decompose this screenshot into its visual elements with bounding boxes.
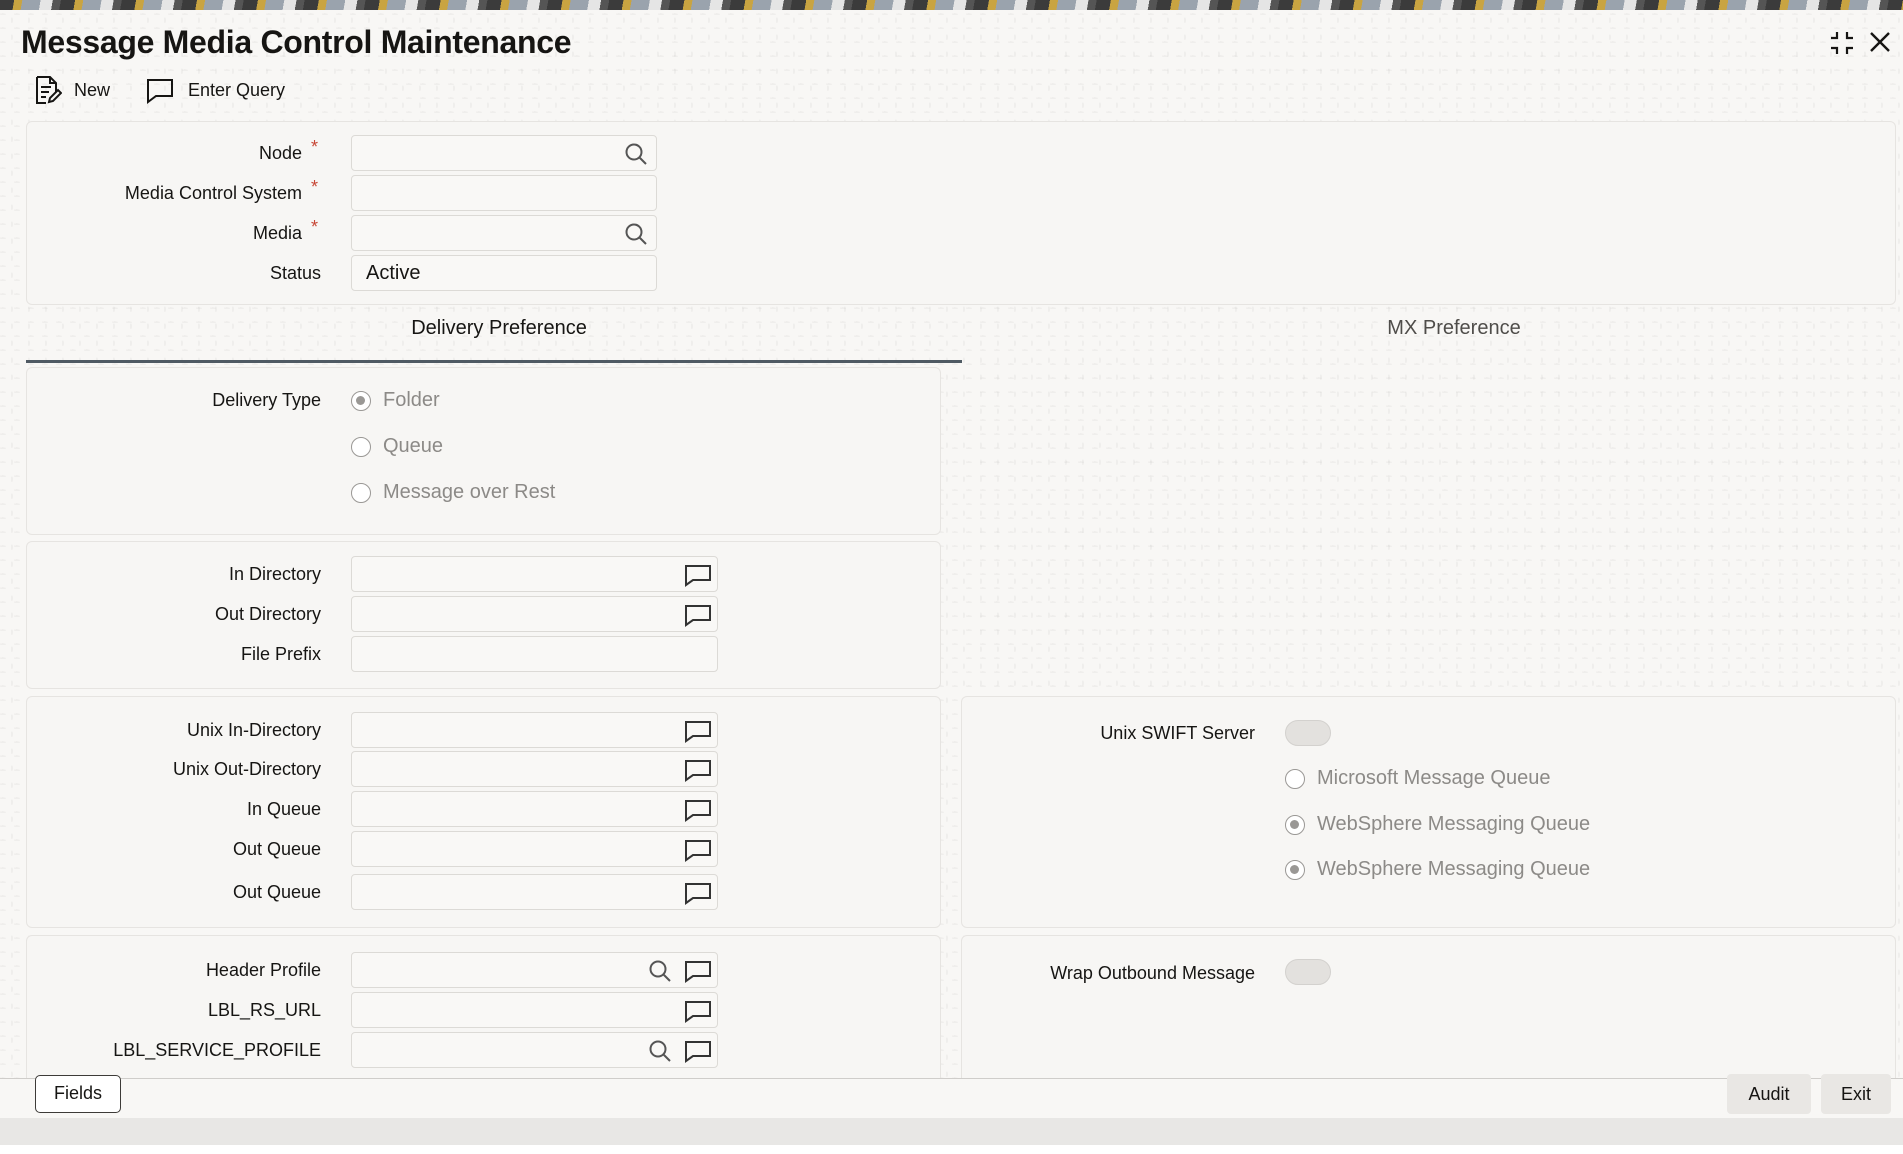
- chat-icon[interactable]: [684, 999, 712, 1034]
- header-profile-label: Header Profile: [205, 960, 321, 980]
- minimize-icon[interactable]: [1827, 28, 1857, 63]
- radio-microsoft-message-queue[interactable]: Microsoft Message Queue: [1285, 767, 1550, 790]
- delivery-type-panel: [26, 367, 941, 535]
- tab-delivery-preference[interactable]: Delivery Preference: [26, 317, 972, 340]
- required-marker: *: [311, 137, 319, 157]
- radio-websphere-messaging-queue[interactable]: WebSphere Messaging Queue: [1285, 813, 1590, 836]
- radio-label: Microsoft Message Queue: [1317, 767, 1551, 789]
- unix-in-directory-label: Unix In-Directory: [186, 720, 321, 740]
- tab-mx-preference[interactable]: MX Preference: [962, 317, 1903, 340]
- chat-icon: [144, 74, 176, 106]
- radio-button[interactable]: [1285, 768, 1305, 789]
- chat-icon[interactable]: [684, 838, 712, 873]
- node-label: Node: [258, 143, 302, 163]
- decorative-banner: [0, 0, 1903, 10]
- main-window: Message Media Control Maintenance New En…: [0, 10, 1903, 1126]
- radio-queue[interactable]: Queue: [351, 435, 443, 458]
- out-queue-input[interactable]: [351, 831, 718, 867]
- file-prefix-input[interactable]: [351, 636, 718, 672]
- exit-button[interactable]: Exit: [1821, 1074, 1891, 1114]
- delivery-type-label: Delivery Type: [212, 390, 321, 410]
- required-marker: *: [311, 177, 319, 197]
- chat-icon[interactable]: [684, 1039, 712, 1074]
- in-queue-input[interactable]: [351, 791, 718, 827]
- radio-button[interactable]: [351, 390, 371, 411]
- unix-swift-server-toggle[interactable]: [1285, 720, 1331, 746]
- in-directory-label: In Directory: [228, 564, 321, 584]
- chat-icon[interactable]: [684, 603, 712, 638]
- unix-out-directory-input[interactable]: [351, 751, 718, 787]
- radio-button[interactable]: [351, 436, 371, 457]
- new-button-label: New: [74, 79, 111, 100]
- search-icon[interactable]: [624, 222, 648, 257]
- radio-folder[interactable]: Folder: [351, 389, 440, 412]
- media-input[interactable]: [351, 215, 657, 251]
- status-bar: [0, 1118, 1903, 1145]
- close-icon[interactable]: [1867, 29, 1893, 60]
- new-button[interactable]: New: [30, 74, 110, 106]
- unix-in-directory-input[interactable]: [351, 712, 718, 748]
- radio-websphere-messaging-queue[interactable]: WebSphere Messaging Queue: [1285, 858, 1590, 881]
- radio-label: Folder: [383, 389, 440, 411]
- search-icon[interactable]: [624, 142, 648, 177]
- out-queue-label: Out Queue: [232, 882, 321, 902]
- chat-icon[interactable]: [684, 881, 712, 916]
- in-directory-input[interactable]: [351, 556, 718, 592]
- node-input[interactable]: [351, 135, 657, 171]
- file-prefix-label: File Prefix: [240, 644, 321, 664]
- radio-button[interactable]: [1285, 859, 1305, 880]
- unix-swift-server-label: Unix SWIFT Server: [1100, 723, 1255, 743]
- media-control-system-label: Media Control System: [124, 183, 302, 203]
- enter-query-label: Enter Query: [188, 79, 286, 100]
- out-directory-input[interactable]: [351, 596, 718, 632]
- chat-icon[interactable]: [684, 798, 712, 833]
- chat-icon[interactable]: [684, 719, 712, 754]
- fields-button[interactable]: Fields: [35, 1075, 121, 1113]
- rs-url-input[interactable]: [351, 992, 718, 1028]
- media-control-system-input[interactable]: [351, 175, 657, 211]
- audit-button[interactable]: Audit: [1727, 1074, 1811, 1114]
- out-queue-input[interactable]: [351, 874, 718, 910]
- wrap-outbound-label: Wrap Outbound Message: [1050, 963, 1255, 983]
- radio-label: Queue: [383, 435, 444, 457]
- radio-button[interactable]: [351, 482, 371, 503]
- radio-button[interactable]: [1285, 814, 1305, 835]
- out-queue-label: Out Queue: [232, 839, 321, 859]
- radio-label: WebSphere Messaging Queue: [1317, 858, 1591, 880]
- service-profile-input[interactable]: [351, 1032, 718, 1068]
- chat-icon[interactable]: [684, 563, 712, 598]
- radio-label: Message over Rest: [383, 481, 556, 503]
- bottom-margin: [0, 1145, 1903, 1154]
- rs-url-label: LBL_RS_URL: [207, 1000, 321, 1020]
- unix-out-directory-label: Unix Out-Directory: [172, 759, 321, 779]
- wrap-outbound-toggle[interactable]: [1285, 959, 1331, 985]
- chat-icon[interactable]: [684, 959, 712, 994]
- out-directory-label: Out Directory: [214, 604, 321, 624]
- radio-message-over-rest[interactable]: Message over Rest: [351, 481, 555, 504]
- status-field: Active: [351, 255, 657, 291]
- chat-icon[interactable]: [684, 758, 712, 793]
- service-profile-label: LBL_SERVICE_PROFILE: [113, 1040, 321, 1060]
- header-profile-input[interactable]: [351, 952, 718, 988]
- search-icon[interactable]: [648, 1039, 672, 1074]
- media-label: Media: [252, 223, 302, 243]
- wrap-outbound-panel: [961, 935, 1896, 1078]
- search-icon[interactable]: [648, 959, 672, 994]
- required-marker: *: [311, 217, 319, 237]
- enter-query-button[interactable]: Enter Query: [144, 74, 285, 106]
- in-queue-label: In Queue: [246, 799, 321, 819]
- new-document-icon: [30, 74, 62, 106]
- status-label: Status: [269, 263, 321, 283]
- radio-label: WebSphere Messaging Queue: [1317, 813, 1591, 835]
- page-title: Message Media Control Maintenance: [21, 24, 572, 60]
- active-tab-indicator: [26, 360, 962, 363]
- toolbar: New Enter Query: [30, 74, 285, 106]
